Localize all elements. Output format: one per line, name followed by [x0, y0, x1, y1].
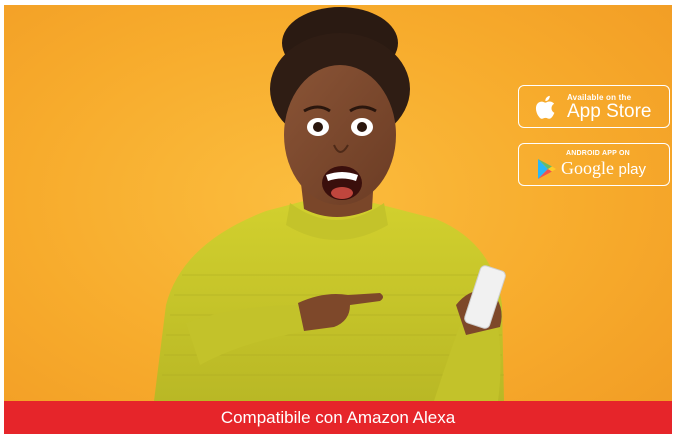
caption-text: Compatibile con Amazon Alexa: [220, 408, 456, 427]
play-text: play: [618, 161, 647, 178]
apple-icon: [535, 95, 555, 119]
google-brand-text: Google: [561, 158, 614, 178]
app-store-badge[interactable]: Available on the App Store: [518, 85, 670, 128]
hero-photo: [154, 7, 506, 401]
google-play-small-text: ANDROID APP ON: [566, 150, 630, 157]
google-play-large-text: Google play: [561, 158, 646, 179]
app-store-large-text: App Store: [567, 101, 652, 122]
google-play-icon: [538, 159, 556, 179]
promo-banner: Available on the App Store ANDROID APP O…: [4, 5, 672, 434]
caption-bar: Compatibile con Amazon Alexa: [4, 401, 672, 434]
google-play-badge[interactable]: ANDROID APP ON Google play: [518, 143, 670, 186]
